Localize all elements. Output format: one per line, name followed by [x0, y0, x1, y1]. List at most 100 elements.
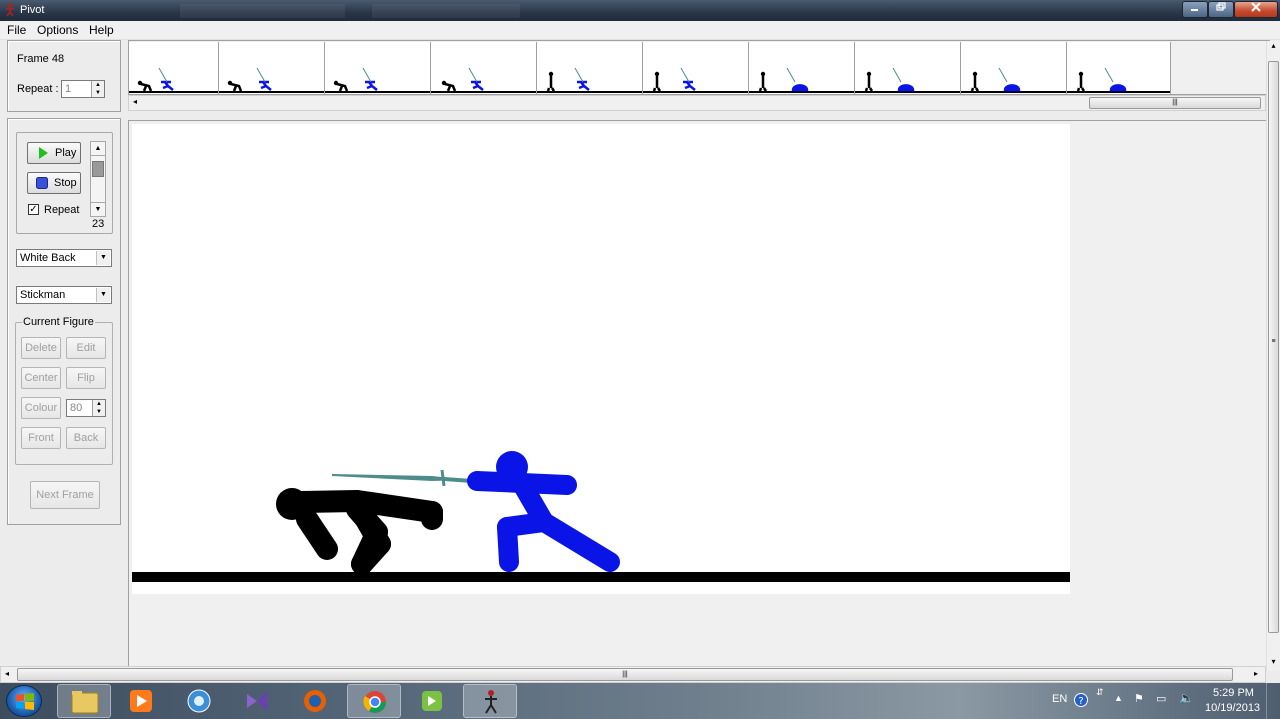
- scroll-up-icon[interactable]: ▲: [91, 142, 105, 156]
- keyboard-icon[interactable]: ⇵: [1096, 687, 1104, 698]
- menu-help[interactable]: Help: [89, 23, 114, 37]
- timeline-frame-thumbnail[interactable]: [431, 42, 537, 94]
- edit-button[interactable]: Edit: [66, 337, 106, 359]
- play-icon: [39, 147, 48, 159]
- center-button[interactable]: Center: [21, 367, 61, 389]
- timeline-frame-thumbnail[interactable]: [537, 42, 643, 94]
- play-label: Play: [55, 147, 77, 159]
- speed-scrollbar[interactable]: ▲ ▼: [90, 141, 106, 217]
- blue-stickman[interactable]: [467, 451, 620, 572]
- clock-date[interactable]: 10/19/2013: [1205, 702, 1260, 714]
- flip-button[interactable]: Flip: [66, 367, 106, 389]
- colour-spin-buttons[interactable]: ▲ ▼: [92, 400, 105, 416]
- scroll-right-icon[interactable]: ▸: [1254, 669, 1258, 678]
- controls-panel: Play Stop ✓ Repeat ▲ ▼ 23 White Back ▼ S…: [7, 118, 121, 525]
- windows-logo-icon: [16, 693, 34, 710]
- speed-scroll-thumb[interactable]: [92, 161, 104, 177]
- stop-icon: [36, 177, 48, 189]
- stop-button[interactable]: Stop: [27, 172, 81, 194]
- bottom-horizontal-scrollbar[interactable]: ◂ ||| ▸: [0, 666, 1266, 683]
- taskbar-media-player[interactable]: [114, 684, 168, 718]
- back-button[interactable]: Back: [66, 427, 106, 449]
- start-button[interactable]: [6, 685, 42, 717]
- timeline-frame-thumbnail[interactable]: [325, 42, 431, 94]
- scroll-up-icon[interactable]: ▴: [1267, 41, 1280, 55]
- svg-text:?: ?: [1078, 696, 1083, 707]
- figure-type-select[interactable]: Stickman ▼: [16, 286, 112, 304]
- repeat-checkbox-label: Repeat: [44, 204, 80, 216]
- taskbar-chrome-like[interactable]: [172, 684, 226, 718]
- spin-down-icon[interactable]: ▼: [92, 89, 104, 97]
- pivot-app-icon: [6, 3, 14, 17]
- timeline-frame-thumbnail[interactable]: [129, 42, 219, 94]
- network-icon[interactable]: ▭: [1156, 692, 1166, 705]
- menu-file[interactable]: File: [7, 23, 26, 37]
- timeline-frame-thumbnail[interactable]: [1067, 42, 1171, 94]
- animation-canvas[interactable]: [132, 124, 1070, 594]
- scroll-down-icon[interactable]: ▾: [1267, 657, 1280, 671]
- browser-icon: [187, 689, 211, 713]
- repeat-checkbox[interactable]: ✓: [28, 204, 39, 215]
- spin-down-icon[interactable]: ▼: [93, 408, 105, 416]
- show-hidden-icons[interactable]: ▲: [1114, 693, 1123, 703]
- close-button[interactable]: [1234, 1, 1278, 18]
- background-select-value: White Back: [20, 252, 76, 264]
- scroll-left-icon[interactable]: ◂: [5, 669, 9, 678]
- timeline-frame-thumbnail[interactable]: [961, 42, 1067, 94]
- timeline-scrollbar[interactable]: ◂ |||: [128, 95, 1266, 111]
- spin-up-icon[interactable]: ▲: [92, 81, 104, 89]
- taskbar-firefox[interactable]: [288, 684, 342, 718]
- minimize-button[interactable]: [1182, 1, 1208, 18]
- repeat-value: 1: [65, 83, 72, 95]
- timeline-frame-thumbnail[interactable]: [855, 42, 961, 94]
- vertical-scrollbar[interactable]: ▴ ≡ ▾: [1266, 41, 1280, 671]
- timeline-scroll-thumb[interactable]: |||: [1089, 97, 1261, 109]
- taskbar-pivot[interactable]: [463, 684, 517, 718]
- green-app-icon: [422, 691, 442, 711]
- current-figure-legend: Current Figure: [22, 316, 95, 328]
- menu-bar: File Options Help: [0, 21, 1280, 40]
- volume-icon[interactable]: 🔈: [1179, 691, 1194, 705]
- colour-button[interactable]: Colour: [21, 397, 61, 419]
- repeat-label: Repeat :: [17, 83, 59, 95]
- bottom-scroll-thumb[interactable]: |||: [17, 668, 1233, 681]
- background-select[interactable]: White Back ▼: [16, 249, 112, 267]
- timeline-frame-thumbnail[interactable]: [749, 42, 855, 94]
- next-frame-button[interactable]: Next Frame: [30, 481, 100, 509]
- sword-figure[interactable]: [332, 469, 473, 487]
- play-button[interactable]: Play: [27, 142, 81, 164]
- show-desktop-button[interactable]: [1266, 683, 1280, 719]
- maximize-button[interactable]: [1208, 1, 1234, 18]
- restore-icon: [1216, 2, 1226, 11]
- taskbar-chrome[interactable]: [347, 684, 401, 718]
- colour-spinbox[interactable]: 80 ▲ ▼: [66, 399, 106, 417]
- flag-icon[interactable]: ⚑: [1134, 692, 1144, 705]
- folder-icon: [71, 691, 99, 714]
- vertical-scroll-thumb[interactable]: ≡: [1268, 61, 1279, 633]
- language-indicator[interactable]: EN: [1052, 693, 1067, 705]
- taskbar-explorer[interactable]: [57, 684, 111, 718]
- clock-time[interactable]: 5:29 PM: [1213, 687, 1254, 699]
- timeline-frame-thumbnail[interactable]: [219, 42, 325, 94]
- menu-options[interactable]: Options: [37, 23, 78, 37]
- help-icon[interactable]: ?: [1074, 693, 1088, 707]
- dropdown-arrow-icon[interactable]: ▼: [96, 251, 110, 265]
- repeat-spinbox[interactable]: 1 ▲ ▼: [61, 80, 105, 98]
- front-button[interactable]: Front: [21, 427, 61, 449]
- pivot-stickman-icon: [485, 690, 497, 714]
- taskbar-visual-studio[interactable]: [230, 684, 284, 718]
- frame-number-label: Frame 48: [17, 53, 65, 65]
- dropdown-arrow-icon[interactable]: ▼: [96, 288, 110, 302]
- figure-type-select-value: Stickman: [20, 289, 66, 301]
- spin-up-icon[interactable]: ▲: [93, 400, 105, 408]
- repeat-spin-buttons[interactable]: ▲ ▼: [91, 81, 104, 97]
- close-icon: [1251, 2, 1261, 12]
- scroll-left-icon[interactable]: ◂: [133, 97, 137, 106]
- taskbar: EN ? ⇵ ▲ ⚑ ▭ 🔈 5:29 PM 10/19/2013: [0, 683, 1280, 719]
- firefox-icon: [304, 690, 326, 712]
- taskbar-app-green[interactable]: [405, 684, 459, 718]
- scroll-down-icon[interactable]: ▼: [91, 202, 105, 216]
- black-stickman[interactable]: [276, 488, 443, 575]
- timeline-frame-thumbnail[interactable]: [643, 42, 749, 94]
- delete-button[interactable]: Delete: [21, 337, 61, 359]
